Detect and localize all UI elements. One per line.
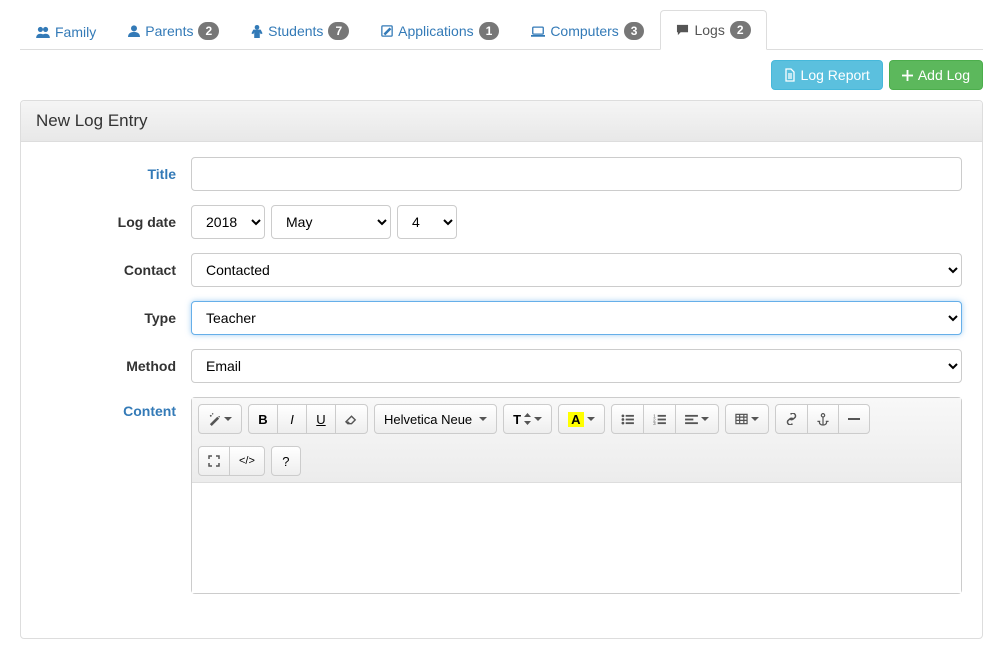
rich-text-editor: B I U Helvetica Neue (191, 397, 962, 594)
magic-icon (208, 413, 221, 426)
erase-button[interactable] (335, 404, 368, 434)
type-select[interactable]: Teacher (191, 301, 962, 335)
file-icon (784, 68, 796, 82)
anchor-icon (817, 413, 829, 426)
eraser-icon (345, 413, 358, 425)
chevron-down-icon (587, 417, 595, 421)
button-label: Log Report (801, 67, 870, 83)
chevron-down-icon (534, 417, 542, 421)
italic-button[interactable]: I (277, 404, 307, 434)
label-type: Type (41, 310, 191, 326)
tab-family[interactable]: Family (20, 13, 112, 50)
underline-button[interactable]: U (306, 404, 336, 434)
child-icon (251, 25, 263, 38)
badge-count: 3 (624, 22, 645, 40)
paragraph-t: T (513, 412, 521, 427)
plus-icon (902, 70, 913, 81)
button-label: Add Log (918, 67, 970, 83)
link-button[interactable] (775, 404, 808, 434)
user-icon (128, 25, 140, 37)
log-report-button[interactable]: Log Report (771, 60, 883, 90)
font-dropdown[interactable]: Helvetica Neue (374, 404, 497, 434)
minus-icon (848, 417, 860, 421)
month-select[interactable]: May (271, 205, 391, 239)
action-bar: Log Report Add Log (20, 60, 983, 90)
link-icon (785, 413, 798, 425)
contact-select[interactable]: Contacted (191, 253, 962, 287)
label-title: Title (41, 166, 191, 182)
rte-toolbar: B I U Helvetica Neue (192, 398, 961, 483)
help-button[interactable]: ? (271, 446, 301, 476)
tab-logs[interactable]: Logs 2 (660, 10, 766, 50)
paragraph-dropdown[interactable]: T (503, 404, 552, 434)
tab-applications[interactable]: Applications 1 (365, 11, 515, 50)
code-icon: </> (239, 455, 255, 467)
hr-button[interactable] (838, 404, 870, 434)
nav-tabs: Family Parents 2 Students 7 Applications… (20, 10, 983, 50)
tab-students[interactable]: Students 7 (235, 11, 365, 50)
chevron-down-icon (751, 417, 759, 421)
list-ol-icon: 123 (653, 414, 666, 425)
tab-label: Students (268, 23, 323, 39)
font-name: Helvetica Neue (384, 412, 476, 427)
codeview-button[interactable]: </> (229, 446, 265, 476)
align-icon (685, 414, 698, 425)
label-log-date: Log date (41, 214, 191, 230)
question-icon: ? (282, 454, 289, 469)
day-select[interactable]: 4 (397, 205, 457, 239)
expand-icon (208, 455, 220, 467)
method-select[interactable]: Email (191, 349, 962, 383)
label-method: Method (41, 358, 191, 374)
laptop-icon (531, 26, 545, 37)
tab-parents[interactable]: Parents 2 (112, 11, 235, 50)
tab-label: Computers (550, 23, 618, 39)
text-color-a: A (568, 412, 583, 427)
chevron-down-icon (479, 417, 487, 421)
label-content: Content (41, 397, 191, 419)
tab-label: Logs (694, 22, 724, 38)
svg-text:3: 3 (653, 421, 656, 425)
year-select[interactable]: 2018 (191, 205, 265, 239)
edit-icon (381, 25, 393, 37)
group-icon (36, 26, 50, 38)
badge-count: 1 (479, 22, 500, 40)
badge-count: 7 (328, 22, 349, 40)
tab-label: Applications (398, 23, 474, 39)
add-log-button[interactable]: Add Log (889, 60, 983, 90)
tab-label: Family (55, 24, 96, 40)
content-editor[interactable] (192, 483, 961, 593)
tab-label: Parents (145, 23, 193, 39)
panel-title: New Log Entry (21, 101, 982, 142)
ul-button[interactable] (611, 404, 644, 434)
color-dropdown[interactable]: A (558, 404, 604, 434)
bold-button[interactable]: B (248, 404, 278, 434)
title-input[interactable] (191, 157, 962, 191)
chevron-down-icon (224, 417, 232, 421)
align-dropdown[interactable] (675, 404, 719, 434)
comment-icon (676, 24, 689, 36)
label-contact: Contact (41, 262, 191, 278)
style-dropdown[interactable] (198, 404, 242, 434)
ol-button[interactable]: 123 (643, 404, 676, 434)
list-ul-icon (621, 414, 634, 425)
badge-count: 2 (730, 21, 751, 39)
badge-count: 2 (198, 22, 219, 40)
panel-new-log: New Log Entry Title Log date 2018 May (20, 100, 983, 639)
table-dropdown[interactable] (725, 404, 769, 434)
chevron-down-icon (701, 417, 709, 421)
fullscreen-button[interactable] (198, 446, 230, 476)
tab-computers[interactable]: Computers 3 (515, 11, 660, 50)
anchor-button[interactable] (807, 404, 839, 434)
updown-icon (524, 413, 531, 425)
table-icon (735, 413, 748, 425)
